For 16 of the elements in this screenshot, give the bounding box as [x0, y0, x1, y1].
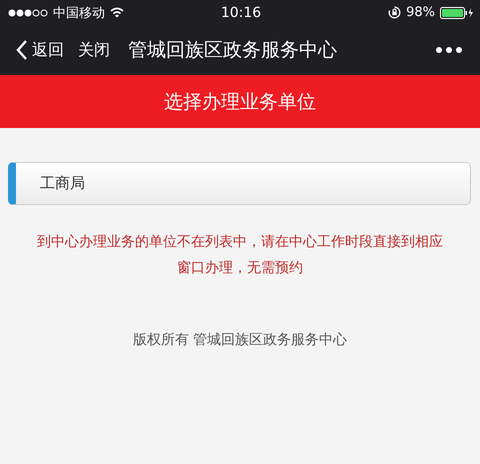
battery-charging-icon	[440, 6, 474, 18]
copyright-text: 版权所有 管城回族区政务服务中心	[132, 331, 348, 349]
status-time: 10:16	[220, 4, 262, 20]
carrier-name: 中国移动	[53, 4, 105, 22]
page-title: 管城回族区政务服务中心	[128, 38, 338, 63]
more-icon[interactable]	[436, 47, 462, 53]
chevron-left-icon	[16, 40, 28, 60]
unit-item[interactable]: 工商局	[8, 162, 471, 205]
back-button[interactable]: 返回	[16, 40, 64, 60]
close-button[interactable]: 关闭	[78, 40, 110, 60]
signal-icon	[8, 8, 48, 16]
rotation-lock-icon	[388, 6, 402, 19]
wifi-icon	[110, 7, 124, 18]
banner-title: 选择办理业务单位	[164, 90, 316, 114]
notice-text: 到中心办理业务的单位不在列表中，请在中心工作时段直接到相应窗口办理，无需预约	[36, 233, 444, 278]
battery-percent: 98%	[406, 5, 435, 20]
